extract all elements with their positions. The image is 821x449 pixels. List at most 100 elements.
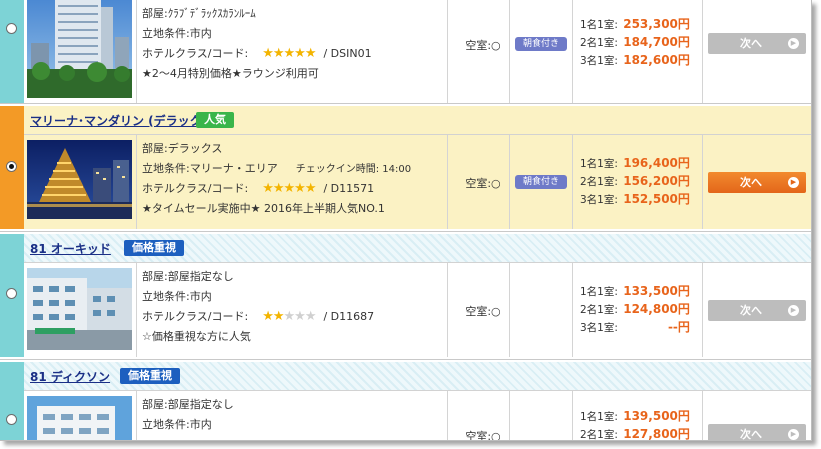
- price-label: 3名1室:: [580, 322, 618, 334]
- hotel-name-link[interactable]: 81 ディクソン: [30, 368, 110, 385]
- row-separator: [0, 231, 811, 232]
- class-label: ホテルクラス/コード:: [142, 310, 249, 323]
- popular-tag: 人気: [196, 112, 234, 128]
- price-label: 2名1室:: [580, 176, 618, 188]
- divider: [702, 263, 703, 357]
- star-empty-icon: ★: [294, 309, 306, 324]
- star-filled-icon: ★: [294, 181, 306, 196]
- divider: [136, 135, 137, 229]
- next-button-label: 次へ: [740, 428, 762, 441]
- next-button[interactable]: 次へ ▶: [708, 33, 806, 54]
- room-type: 部屋:ｸﾗﾌﾞﾃﾞﾗｯｸｽｶﾗﾝﾙｰﾑ: [142, 7, 256, 20]
- star-empty-icon: ★: [283, 309, 296, 324]
- room-type: 部屋:部屋指定なし: [142, 270, 234, 283]
- divider: [572, 135, 573, 229]
- next-button[interactable]: 次へ ▶: [708, 172, 806, 193]
- price-label: 3名1室:: [580, 194, 618, 206]
- next-button-label: 次へ: [740, 37, 762, 50]
- hotel-name-link[interactable]: 81 オーキッド: [30, 240, 111, 257]
- hotel-photo: [27, 396, 132, 440]
- hotel-photo: [27, 0, 132, 98]
- divider: [702, 0, 703, 103]
- hotel-name-link[interactable]: マリーナ･マンダリン (デラックス): [30, 112, 219, 129]
- location: 立地条件:マリーナ・エリア チェックイン時間: 14:00: [142, 159, 467, 179]
- select-radio[interactable]: [6, 23, 17, 34]
- arrow-right-icon: ▶: [788, 429, 799, 440]
- price-label: 1名1室:: [580, 411, 618, 423]
- arrow-right-icon: ▶: [788, 38, 799, 49]
- price-label: 2名1室:: [580, 429, 618, 441]
- vacancy-status: 空室:○: [465, 430, 501, 441]
- divider: [136, 391, 137, 440]
- divider: [509, 391, 510, 440]
- price-label: 1名1室:: [580, 286, 618, 298]
- star-filled-icon: ★: [272, 181, 285, 196]
- class-label: ホテルクラス/コード:: [142, 182, 249, 195]
- divider: [447, 391, 448, 440]
- divider: [447, 263, 448, 357]
- price-value: 127,800円: [623, 427, 690, 441]
- divider: [136, 263, 137, 357]
- price-value: --円: [667, 320, 690, 334]
- select-radio[interactable]: [6, 288, 17, 299]
- price-value: 184,700円: [623, 35, 690, 49]
- hotel-code: / D11687: [323, 310, 375, 323]
- hotel-class: ホテルクラス/コード: ★★★★★ / D11687: [142, 307, 467, 327]
- divider: [572, 263, 573, 357]
- row-stripe: [0, 362, 24, 440]
- price-double: 2名1室: 127,800円: [580, 425, 702, 441]
- hotel-details: 部屋:部屋指定なし 立地条件:市内 ホテルクラス/コード: ★★★★★ / D116…: [24, 263, 811, 357]
- arrow-right-icon: ▶: [788, 305, 799, 316]
- hotel-header: 81 オーキッド 価格重視: [24, 234, 811, 263]
- hotel-info: 部屋:デラックス 立地条件:マリーナ・エリア チェックイン時間: 14:00 ホテ…: [142, 139, 467, 219]
- hotel-note: ☆価格重視な方に人気: [142, 330, 251, 343]
- select-radio[interactable]: [6, 414, 17, 425]
- price-label: 1名1室:: [580, 158, 618, 170]
- hotel-photo: [27, 268, 132, 350]
- star-filled-icon: ★: [262, 46, 274, 61]
- price-value: 156,200円: [623, 174, 690, 188]
- price-label: 2名1室:: [580, 304, 618, 316]
- price-label: 2名1室:: [580, 37, 618, 49]
- hotel-row-4: 81 ディクソン 価格重視 部屋:部屋指定なし 立地条件:市内 空室:○ 1名1: [0, 362, 811, 441]
- next-button[interactable]: 次へ ▶: [708, 424, 806, 441]
- divider: [136, 0, 137, 103]
- hotel-header: 81 ディクソン 価格重視: [24, 362, 811, 391]
- hotel-details: 部屋:ｸﾗﾌﾞﾃﾞﾗｯｸｽｶﾗﾝﾙｰﾑ 立地条件:市内 ホテルクラス/コード: ★…: [24, 0, 811, 103]
- value-tag: 価格重視: [120, 368, 180, 384]
- divider: [447, 0, 448, 103]
- location-text: 立地条件:マリーナ・エリア: [142, 162, 278, 175]
- hotel-details: 部屋:部屋指定なし 立地条件:市内 空室:○ 1名1室: 139,500円 2名1…: [24, 391, 811, 441]
- divider: [702, 391, 703, 440]
- next-button[interactable]: 次へ ▶: [708, 300, 806, 321]
- next-button-label: 次へ: [740, 304, 762, 317]
- vacancy-status: 空室:○: [465, 39, 501, 52]
- price-triple: 3名1室: --円: [580, 318, 702, 336]
- row-separator: [0, 103, 811, 104]
- room-type: 部屋:部屋指定なし: [142, 398, 234, 411]
- price-list: 1名1室: 196,400円 2名1室: 156,200円 3名1室: 152,500…: [580, 154, 702, 208]
- hotel-info: 部屋:部屋指定なし 立地条件:市内 ホテルクラス/コード: ★★★★★ / D116…: [142, 267, 467, 347]
- star-filled-icon: ★: [272, 46, 285, 61]
- divider: [509, 135, 510, 229]
- star-filled-icon: ★: [304, 46, 317, 61]
- class-label: ホテルクラス/コード:: [142, 47, 249, 60]
- hotel-class: ホテルクラス/コード: ★★★★★ / D11571: [142, 179, 467, 199]
- star-filled-icon: ★: [294, 46, 306, 61]
- hotel-details: 部屋:デラックス 立地条件:マリーナ・エリア チェックイン時間: 14:00 ホテ…: [24, 135, 811, 229]
- divider: [447, 135, 448, 229]
- checkin-time: チェックイン時間: 14:00: [295, 164, 412, 175]
- price-value: 152,500円: [623, 192, 690, 206]
- hotel-list: 部屋:ｸﾗﾌﾞﾃﾞﾗｯｸｽｶﾗﾝﾙｰﾑ 立地条件:市内 ホテルクラス/コード: ★…: [0, 0, 812, 441]
- select-radio[interactable]: [6, 161, 17, 172]
- price-label: 1名1室:: [580, 19, 618, 31]
- location: 立地条件:市内: [142, 290, 212, 303]
- divider: [572, 391, 573, 440]
- star-filled-icon: ★: [283, 46, 296, 61]
- price-label: 3名1室:: [580, 55, 618, 67]
- price-value: 196,400円: [623, 156, 690, 170]
- price-list: 1名1室: 133,500円 2名1室: 124,800円 3名1室: --円: [580, 282, 702, 336]
- price-value: 182,600円: [623, 53, 690, 67]
- location: 立地条件:市内: [142, 418, 212, 431]
- room-type: 部屋:デラックス: [142, 142, 223, 155]
